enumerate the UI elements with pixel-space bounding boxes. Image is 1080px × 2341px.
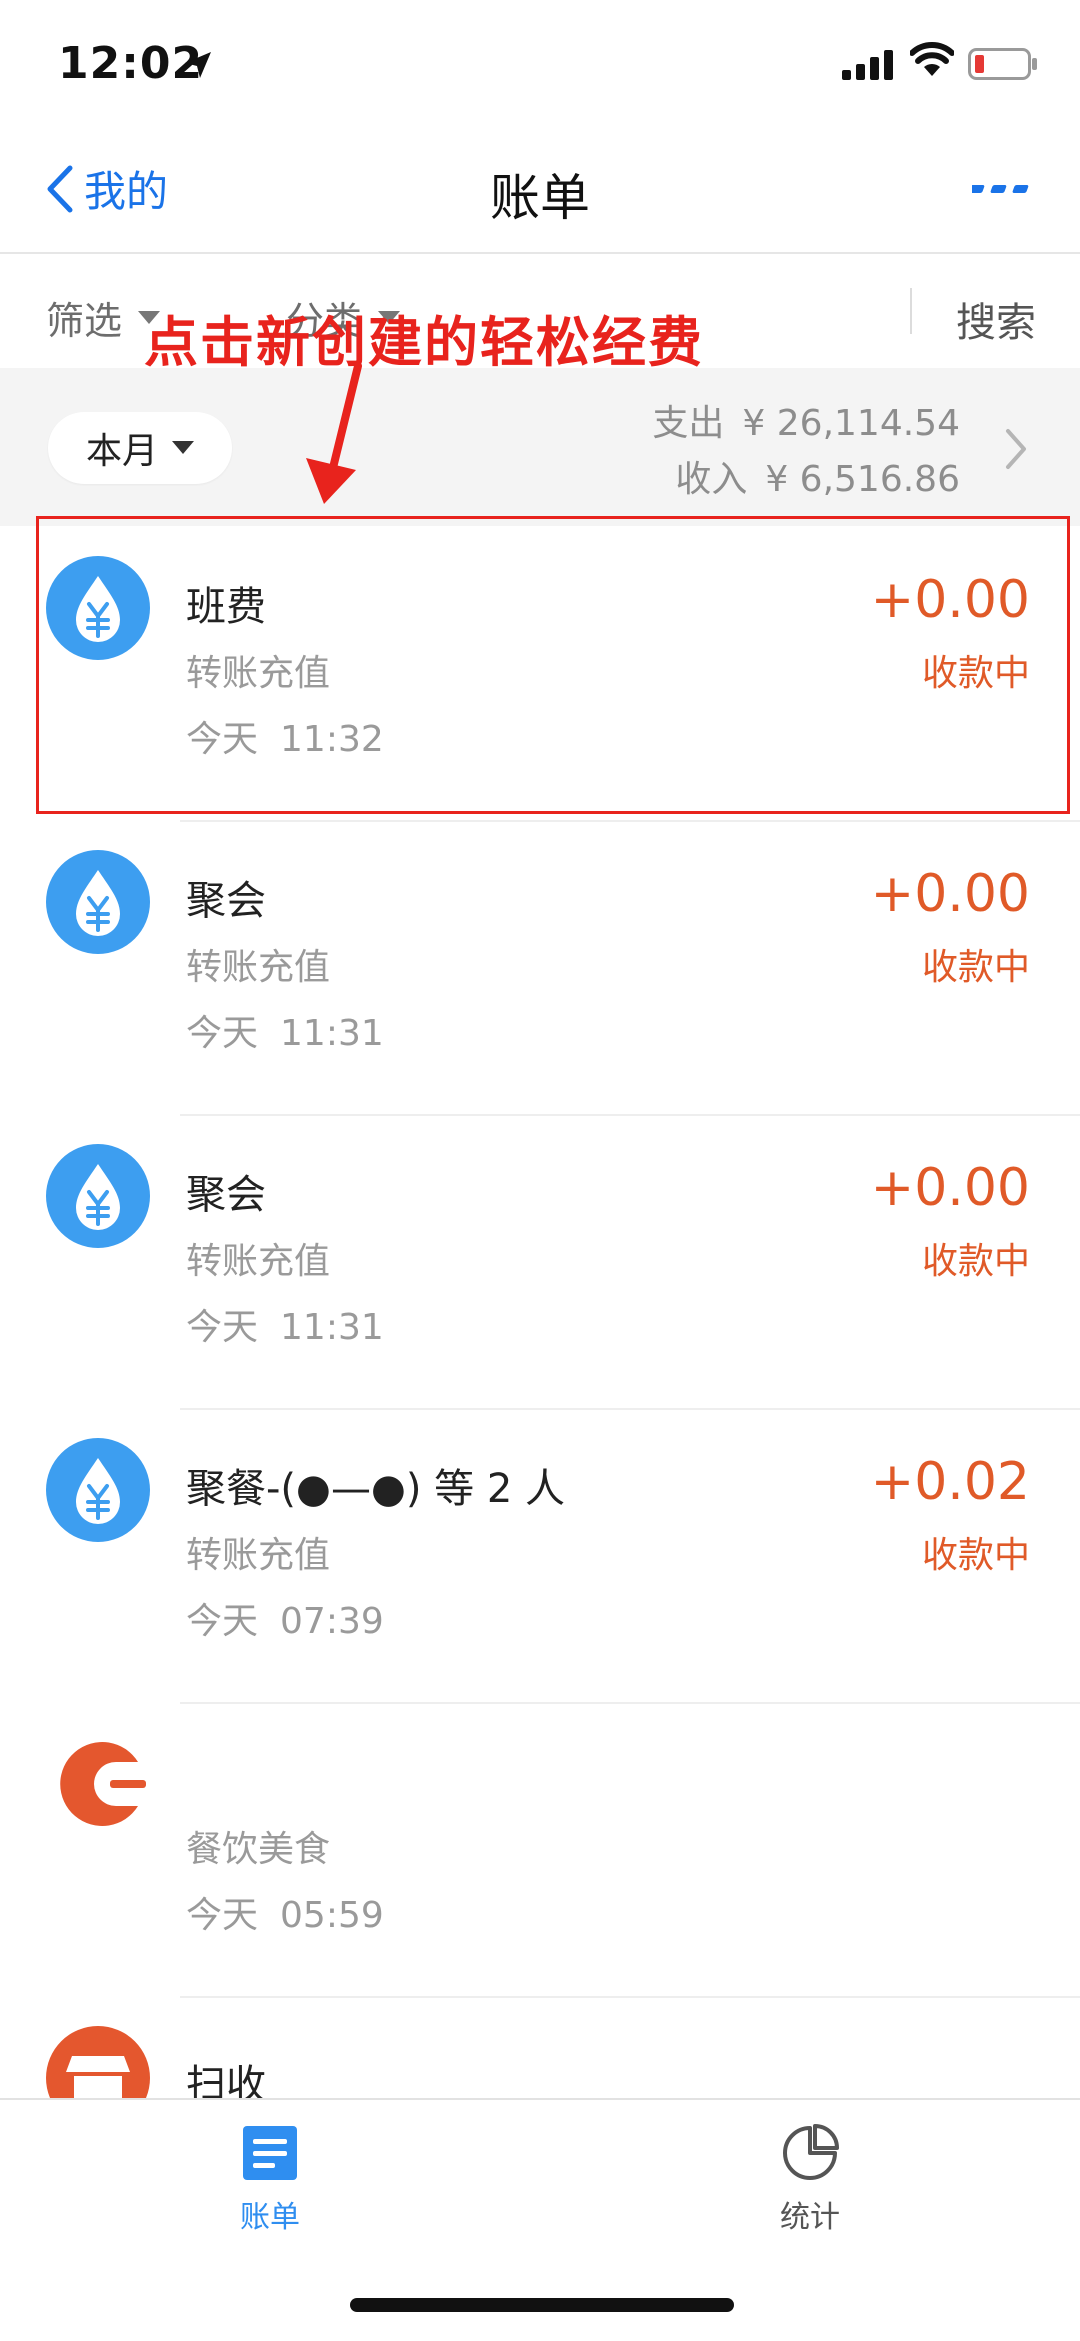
transaction-status: 收款中 (921, 947, 1030, 988)
money-drop-icon (46, 1144, 150, 1248)
transaction-amount: +0.00 (870, 1158, 1030, 1218)
nav-divider (0, 252, 1080, 254)
search-button[interactable]: 搜索 (956, 290, 1036, 348)
transaction-category: 餐饮美食 (186, 1829, 331, 1870)
transaction-amount: +0.00 (870, 864, 1030, 924)
cellular-signal-icon (842, 50, 893, 80)
expense-summary: 支出 ¥ 26,114.54 (652, 394, 960, 446)
filter-divider (910, 288, 912, 334)
home-indicator[interactable] (350, 2298, 734, 2312)
transaction-status: 收款中 (921, 1535, 1030, 1576)
transaction-name: 聚餐-(●—●) 等 2 人 (186, 1466, 566, 1512)
dining-icon (46, 1732, 150, 1836)
expense-amount: ¥ 26,114.54 (742, 403, 960, 444)
tab-statistics[interactable]: 统计 (740, 2124, 880, 2236)
battery-low-icon (968, 48, 1037, 80)
status-time: 12:02 (58, 38, 204, 89)
transaction-row[interactable]: 聚会 转账充值 今天 11:31 +0.00 收款中 (0, 820, 1080, 1114)
back-button[interactable]: 我的 (44, 158, 168, 219)
tab-bills[interactable]: 账单 (200, 2124, 340, 2236)
annotation-arrow-icon (306, 362, 362, 504)
pie-chart-icon (783, 2124, 839, 2180)
transaction-time: 今天 05:59 (186, 1895, 384, 1936)
highlight-box (36, 516, 1070, 814)
transaction-row[interactable]: 扫收 (0, 1996, 1080, 2098)
location-arrow-icon (185, 52, 211, 78)
transaction-category: 转账充值 (186, 947, 331, 988)
income-label: 收入 (675, 459, 748, 500)
transaction-category: 转账充值 (186, 1535, 331, 1576)
transaction-row[interactable]: 聚餐-(●—●) 等 2 人 转账充值 今天 07:39 +0.02 收款中 (0, 1408, 1080, 1702)
filter-dropdown[interactable]: 筛选 (46, 290, 161, 345)
income-amount: ¥ 6,516.86 (765, 459, 960, 500)
transaction-name: 扫收 (186, 2062, 266, 2098)
transaction-name: 聚会 (186, 1172, 266, 1218)
transaction-amount: +0.02 (870, 1452, 1030, 1512)
wifi-icon (910, 42, 954, 76)
tab-statistics-label: 统计 (780, 2200, 840, 2235)
money-drop-icon (46, 1438, 150, 1542)
annotation-label: 点击新创建的轻松经费 (144, 311, 704, 374)
caret-down-icon (172, 441, 194, 454)
transaction-status: 收款中 (921, 1241, 1030, 1282)
bill-list-icon (243, 2126, 297, 2180)
transaction-time: 今天 11:31 (186, 1013, 384, 1054)
transaction-name: 聚会 (186, 878, 266, 924)
income-summary: 收入 ¥ 6,516.86 (675, 450, 960, 502)
transaction-time: 今天 07:39 (186, 1601, 384, 1642)
shop-icon (46, 2026, 150, 2098)
chevron-left-icon (47, 165, 73, 212)
transaction-row[interactable]: 餐饮美食 今天 05:59 (0, 1702, 1080, 1996)
transaction-row[interactable]: 聚会 转账充值 今天 11:31 +0.00 收款中 (0, 1114, 1080, 1408)
month-label: 本月 (85, 431, 158, 472)
money-drop-icon (46, 850, 150, 954)
transaction-category: 转账充值 (186, 1241, 331, 1282)
expense-label: 支出 (652, 403, 725, 444)
back-label: 我的 (84, 167, 169, 216)
filter-label: 筛选 (46, 299, 123, 343)
more-icon[interactable] (972, 182, 1032, 196)
tab-bills-label: 账单 (240, 2200, 300, 2235)
transaction-time: 今天 11:31 (186, 1307, 384, 1348)
month-selector[interactable]: 本月 (48, 412, 232, 484)
chevron-right-icon[interactable] (1004, 428, 1028, 470)
